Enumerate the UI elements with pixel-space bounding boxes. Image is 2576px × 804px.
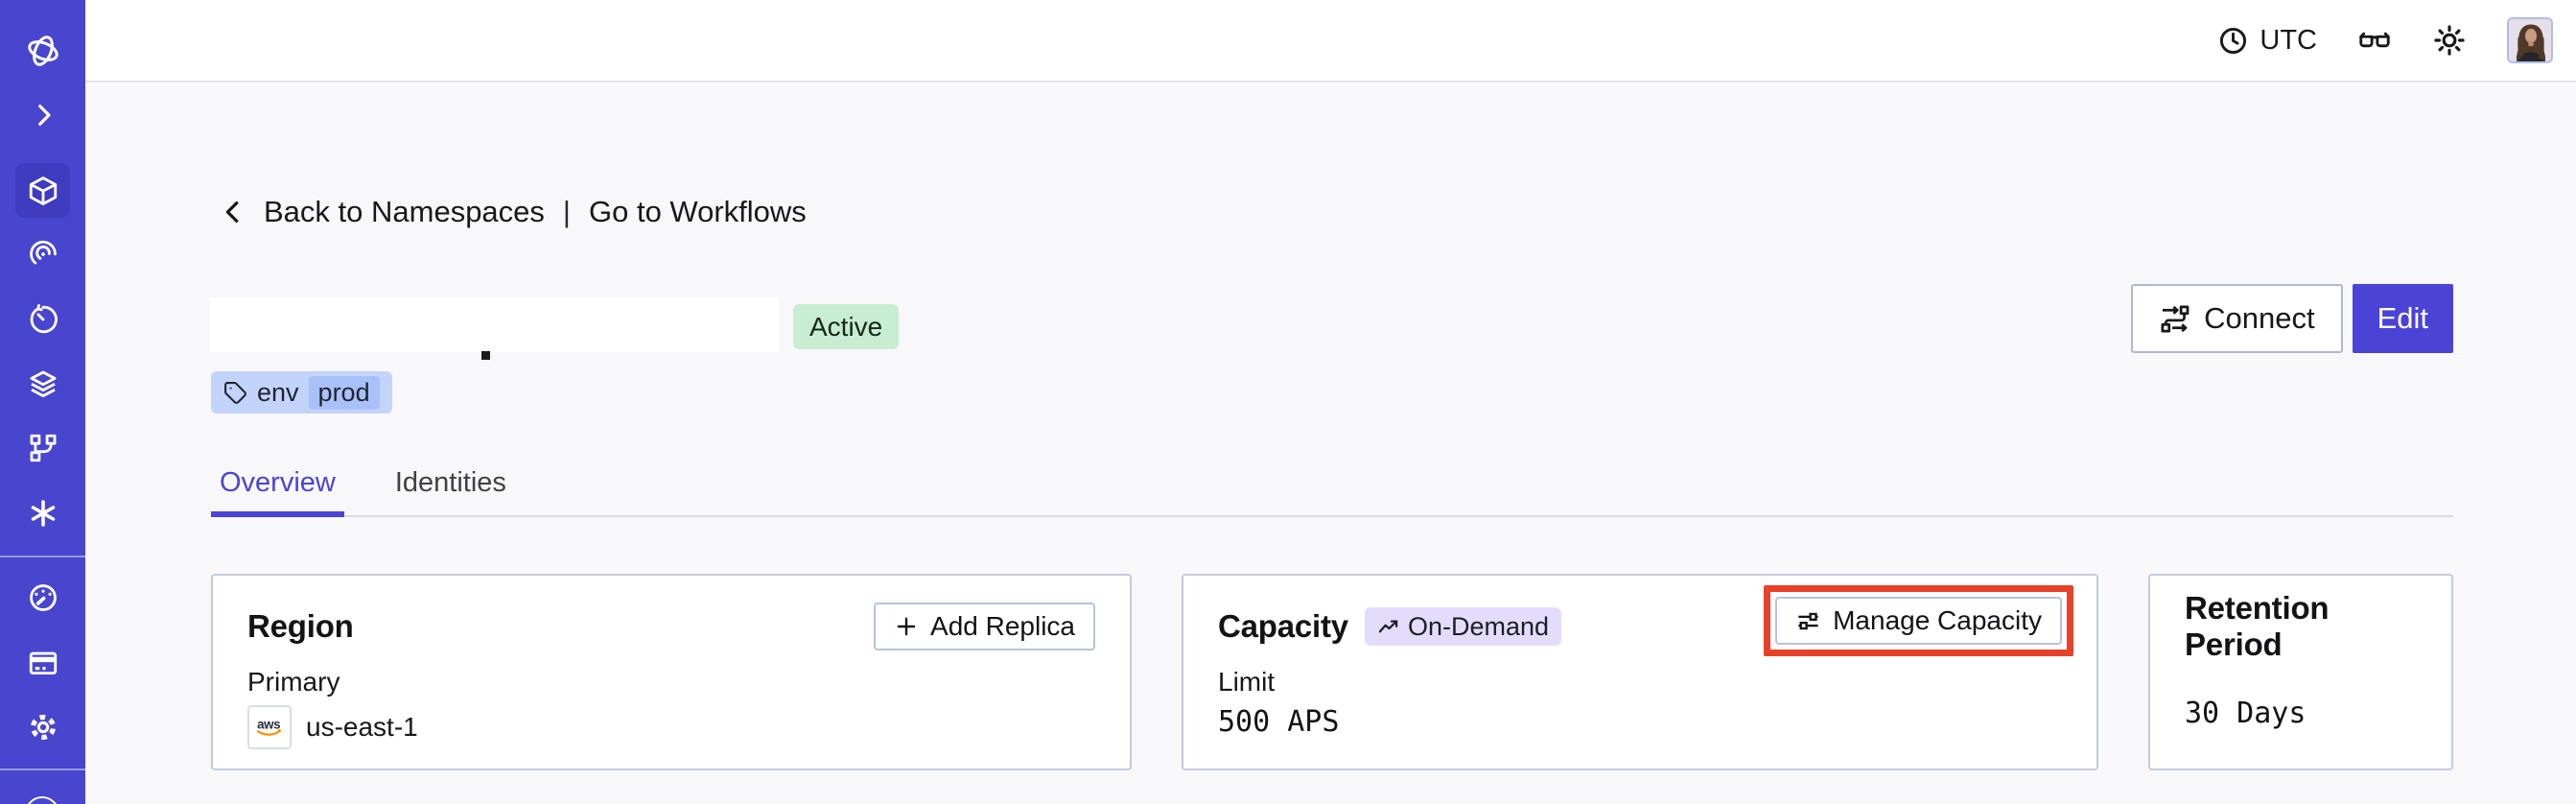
click-annotation-box: Manage Capacity: [1764, 585, 2073, 656]
gear-icon: [30, 714, 56, 741]
capacity-card: Capacity On-Demand Manage Capacity Limit…: [1182, 574, 2098, 770]
capacity-value: 500 APS: [1218, 705, 1340, 739]
aws-logo-text: aws: [257, 717, 280, 731]
nexus-asterisk-icon: [31, 500, 55, 527]
avatar[interactable]: [2507, 17, 2553, 63]
retention-card-title: Retention Period: [2185, 590, 2330, 662]
sidebar-item-billing[interactable]: [22, 642, 64, 684]
tab-overview[interactable]: Overview: [211, 467, 344, 517]
region-card: Region Add Replica Primary aws us-east-1: [211, 574, 1132, 770]
status-badge: Active: [793, 304, 900, 349]
sliders-icon: [1795, 608, 1821, 634]
connect-button[interactable]: Connect: [2131, 284, 2343, 353]
manage-capacity-button[interactable]: Manage Capacity: [1775, 597, 2062, 645]
overview-cards: Region Add Replica Primary aws us-east-1…: [211, 574, 2453, 770]
go-to-workflows-link[interactable]: Go to Workflows: [589, 195, 807, 229]
retention-value: 30 Days: [2185, 697, 2307, 730]
connect-button-label: Connect: [2204, 301, 2315, 335]
branch-icon: [30, 434, 56, 462]
billing-card-icon: [29, 651, 57, 675]
manage-capacity-label: Manage Capacity: [1833, 605, 2042, 635]
sidebar: [0, 0, 85, 804]
region-card-title: Region: [247, 608, 354, 644]
timezone-selector[interactable]: UTC: [2217, 25, 2317, 57]
tab-identities[interactable]: Identities: [386, 467, 515, 515]
add-replica-button[interactable]: Add Replica: [874, 603, 1095, 650]
sidebar-divider: [0, 769, 85, 770]
redaction-artifact-dot: [481, 351, 490, 360]
sidebar-item-settings[interactable]: [22, 706, 64, 748]
redacted-namespace-title: [210, 297, 779, 352]
layers-icon: [30, 370, 56, 398]
namespace-tag[interactable]: env prod: [211, 371, 392, 414]
region-value-row: aws us-east-1: [247, 705, 1095, 749]
chevron-left-icon[interactable]: [219, 198, 247, 226]
expand-chevron-icon[interactable]: [22, 94, 64, 136]
temporal-logo-icon[interactable]: [22, 30, 64, 72]
tag-icon: [223, 381, 247, 405]
temporal-namespace-page: UTC Back to Namespaces | Go to Workflows…: [0, 0, 2576, 804]
retention-card: Retention Period 30 Days: [2148, 574, 2453, 770]
capacity-card-title: Capacity: [1218, 608, 1348, 644]
on-demand-badge: On-Demand: [1364, 607, 1562, 646]
on-demand-label: On-Demand: [1407, 611, 1550, 641]
sidebar-divider: [0, 556, 85, 557]
sidebar-item-usage[interactable]: [22, 577, 64, 619]
aws-logo-icon: aws: [247, 705, 292, 749]
back-to-namespaces-link[interactable]: Back to Namespaces: [264, 195, 545, 229]
tag-value-chip: prod: [308, 375, 380, 410]
region-value: us-east-1: [306, 712, 418, 742]
tag-key: env: [257, 377, 299, 407]
schedules-timer-icon: [30, 303, 58, 334]
primary-label: Primary: [247, 667, 340, 697]
workflows-spiral-icon: [29, 240, 57, 265]
sidebar-item-deployments[interactable]: [22, 427, 64, 469]
limit-label: Limit: [1218, 667, 1276, 697]
clock-icon: [2217, 25, 2249, 57]
sidebar-item-workflows[interactable]: [22, 233, 64, 275]
glasses-icon[interactable]: [2357, 23, 2392, 58]
connect-flow-icon: [2159, 303, 2190, 335]
header-actions: Connect Edit: [2131, 284, 2453, 353]
sidebar-item-schedules[interactable]: [22, 298, 64, 341]
sidebar-item-partial-icon[interactable]: [25, 796, 59, 804]
timezone-label: UTC: [2260, 24, 2317, 56]
add-replica-label: Add Replica: [930, 611, 1075, 641]
sidebar-item-batch-operations[interactable]: [22, 363, 64, 405]
sidebar-item-nexus[interactable]: [22, 492, 64, 534]
edit-button[interactable]: Edit: [2352, 284, 2453, 353]
gauge-icon: [29, 584, 57, 611]
trending-up-icon: [1377, 616, 1399, 638]
sun-icon[interactable]: [2432, 23, 2467, 58]
sidebar-item-namespaces[interactable]: [15, 163, 70, 218]
breadcrumb: Back to Namespaces | Go to Workflows: [219, 195, 807, 229]
breadcrumb-separator: |: [562, 195, 571, 228]
tab-bar: Overview Identities: [211, 467, 2453, 517]
topbar: UTC: [85, 0, 2576, 83]
plus-icon: [894, 614, 919, 639]
namespaces-cube-icon: [29, 176, 57, 205]
